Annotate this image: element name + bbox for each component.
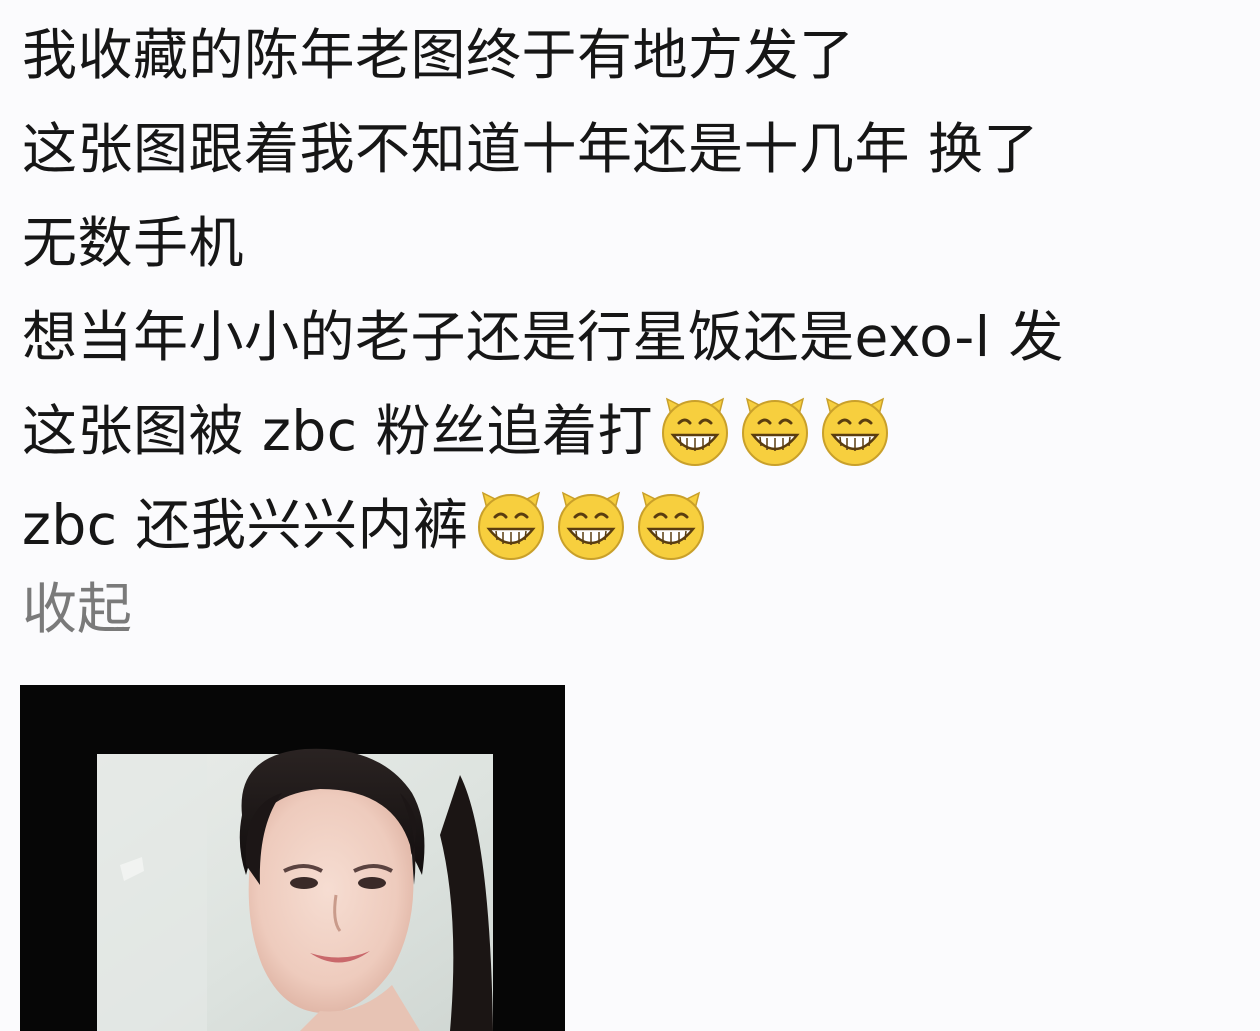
post-line-3-text: 无数手机: [22, 211, 245, 275]
grin-emoji-icon: [553, 487, 629, 563]
grin-emoji-icon: [817, 393, 893, 469]
grin-emoji-icon: [657, 393, 733, 469]
collapse-button[interactable]: 收起: [22, 562, 132, 656]
post-image[interactable]: [20, 685, 565, 1031]
post-text: 我收藏的陈年老图终于有地方发了 这张图跟着我不知道十年还是十几年 换了 无数手机…: [22, 8, 1252, 572]
post-line-4: 想当年小小的老子还是行星饭还是exo-l 发: [22, 290, 1252, 384]
post-line-1-text: 我收藏的陈年老图终于有地方发了: [22, 23, 855, 87]
post-card: 我收藏的陈年老图终于有地方发了 这张图跟着我不知道十年还是十几年 换了 无数手机…: [0, 0, 1260, 1031]
post-line-5: 这张图被 zbc 粉丝追着打: [22, 384, 1252, 478]
post-line-2-text: 这张图跟着我不知道十年还是十几年 换了: [22, 117, 1039, 181]
post-line-5-text: 这张图被 zbc 粉丝追着打: [22, 399, 653, 463]
portrait-photo: [20, 685, 565, 1031]
post-line-2: 这张图跟着我不知道十年还是十几年 换了: [22, 102, 1252, 196]
post-line-3: 无数手机: [22, 196, 1252, 290]
post-line-6-text: zbc 还我兴兴内裤: [22, 493, 469, 557]
grin-emoji-icon: [473, 487, 549, 563]
post-line-6: zbc 还我兴兴内裤: [22, 478, 1252, 572]
post-line-4-text: 想当年小小的老子还是行星饭还是exo-l 发: [22, 305, 1065, 369]
post-line-1: 我收藏的陈年老图终于有地方发了: [22, 8, 1252, 102]
grin-emoji-icon: [737, 393, 813, 469]
grin-emoji-icon: [633, 487, 709, 563]
